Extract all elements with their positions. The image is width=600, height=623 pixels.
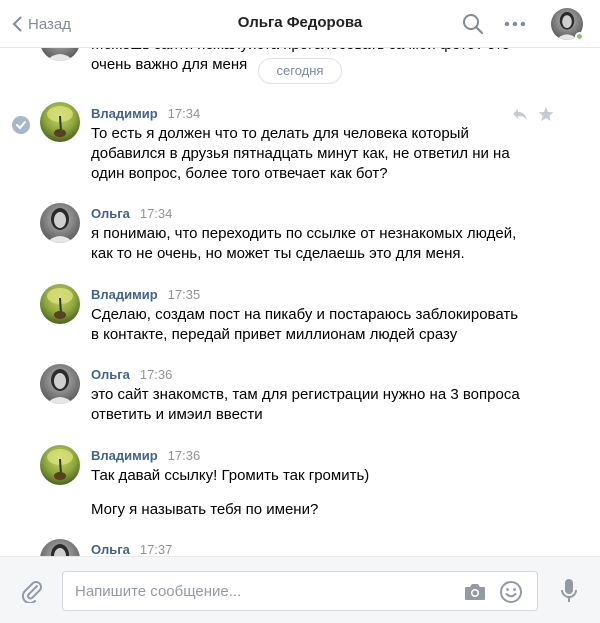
message-line: Так давай ссылку! Громить так громить) — [91, 467, 370, 484]
message-line: это сайт знакомств, там для регистрации … — [91, 386, 520, 403]
more-options-icon[interactable] — [503, 14, 527, 34]
message-line: один вопрос, более того отвечает как бот… — [91, 165, 388, 182]
message-history[interactable]: Можешь зайти пожалуйста проголосовать за… — [0, 48, 600, 556]
reply-icon[interactable] — [512, 106, 528, 122]
emoji-icon[interactable] — [499, 580, 523, 604]
message-line: добавился в друзья пятнадцать минут как,… — [91, 145, 510, 162]
message-author[interactable]: Ольга — [91, 542, 130, 556]
message-time[interactable]: 17:36 — [140, 367, 173, 382]
message-avatar-vladimir[interactable] — [40, 445, 80, 485]
message-time[interactable]: 17:37 — [140, 542, 173, 556]
message-avatar-olga[interactable] — [40, 539, 80, 556]
back-button[interactable]: Назад — [12, 12, 71, 36]
message-line: я понимаю, что переходить по ссылке от н… — [91, 225, 517, 242]
chat-header: Назад Ольга Федорова — [0, 0, 600, 48]
message-time[interactable]: 17:35 — [168, 287, 201, 302]
message-input-placeholder: Напишите сообщение... — [75, 583, 242, 600]
message-author[interactable]: Владимир — [91, 106, 158, 121]
message-avatar-vladimir[interactable] — [40, 284, 80, 324]
message-author[interactable]: Владимир — [91, 287, 158, 302]
message-avatar-vladimir[interactable] — [40, 102, 80, 142]
message-author[interactable]: Владимир — [91, 448, 158, 463]
message-line: То есть я должен что то делать для челов… — [91, 125, 469, 142]
message-time[interactable]: 17:34 — [140, 206, 173, 221]
date-separator: сегодня — [258, 58, 342, 84]
online-indicator — [575, 32, 584, 41]
message-line: в контакте, передай привет миллионам люд… — [91, 326, 458, 343]
message-input[interactable]: Напишите сообщение... — [62, 571, 538, 611]
message-line: ответить и имэил ввести — [91, 406, 263, 423]
message-line: Могу я называть тебя по имени? — [91, 501, 319, 518]
star-icon[interactable] — [538, 106, 554, 122]
chevron-left-icon — [12, 16, 22, 32]
message-author[interactable]: Ольга — [91, 367, 130, 382]
message-author[interactable]: Ольга — [91, 206, 130, 221]
message-line: как то не очень, но может ты сделаешь эт… — [91, 245, 465, 262]
message-avatar-olga[interactable] — [40, 48, 80, 61]
message-time[interactable]: 17:36 — [168, 448, 201, 463]
selected-check-icon[interactable] — [12, 116, 30, 134]
microphone-icon[interactable] — [560, 578, 578, 604]
camera-icon[interactable] — [463, 581, 487, 603]
message-line: Сделаю, создам пост на пикабу и постараю… — [91, 306, 519, 323]
message-avatar-olga[interactable] — [40, 364, 80, 404]
compose-bar: Напишите сообщение... — [0, 556, 600, 623]
back-label: Назад — [28, 15, 71, 33]
message-avatar-olga[interactable] — [40, 203, 80, 243]
message-time[interactable]: 17:34 — [168, 106, 201, 121]
search-icon[interactable] — [462, 13, 484, 35]
attach-icon[interactable] — [20, 579, 44, 603]
